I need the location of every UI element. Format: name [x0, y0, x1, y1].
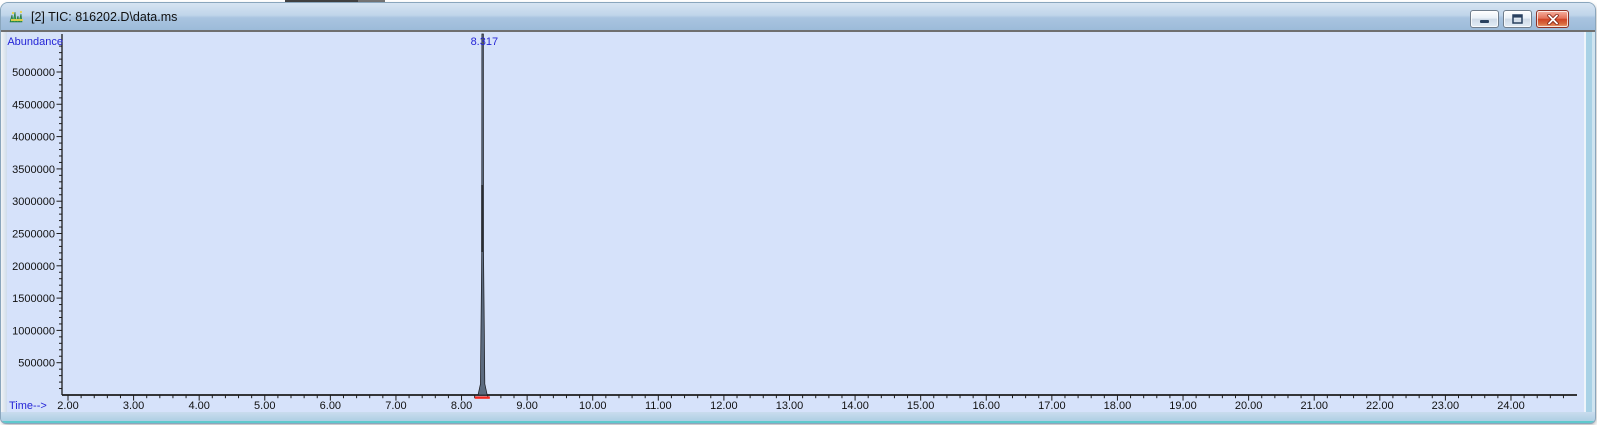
- y-tick-label: 1000000: [12, 325, 55, 337]
- x-tick-label: 7.00: [385, 400, 406, 412]
- x-tick-label: 20.00: [1235, 400, 1263, 412]
- y-tick-label: 3500000: [12, 164, 55, 176]
- x-tick-label: 21.00: [1300, 400, 1328, 412]
- y-tick-label: 4000000: [12, 132, 55, 144]
- close-button[interactable]: [1536, 10, 1569, 28]
- abundance-axis-title: Abundance: [7, 36, 63, 48]
- x-tick-label: 13.00: [776, 400, 804, 412]
- maximize-button[interactable]: [1503, 10, 1532, 28]
- y-tick-label: 5000000: [12, 67, 55, 79]
- x-tick-label: 4.00: [188, 400, 209, 412]
- tic-peak-core: [481, 185, 483, 252]
- window-controls: [1470, 10, 1569, 28]
- tic-chromatogram-chart[interactable]: 2.00 3.00 4.00 5.00 6.00 7.00 8.00 9.00 10.00 11.…: [7, 32, 1584, 412]
- integration-mark: [474, 396, 490, 399]
- x-tick-label: 6.00: [320, 400, 341, 412]
- y-tick-label: 3000000: [12, 196, 55, 208]
- minimize-button[interactable]: [1470, 10, 1499, 28]
- x-tick-label: 14.00: [841, 400, 869, 412]
- x-tick-label: 9.00: [516, 400, 537, 412]
- peak-rt-label: 8.317: [471, 36, 499, 48]
- chromatogram-plot-area[interactable]: 2.00 3.00 4.00 5.00 6.00 7.00 8.00 9.00 10.00 11.…: [7, 32, 1584, 412]
- y-tick-label: 4500000: [12, 99, 55, 111]
- x-tick-label: 15.00: [907, 400, 935, 412]
- x-tick-label: 3.00: [123, 400, 144, 412]
- x-tick-label: 17.00: [1038, 400, 1066, 412]
- window-title: [2] TIC: 816202.D\data.ms: [31, 9, 178, 24]
- x-tick-label: 18.00: [1104, 400, 1132, 412]
- time-axis-title: Time-->: [9, 400, 47, 412]
- title-bar[interactable]: [2] TIC: 816202.D\data.ms: [1, 3, 1595, 30]
- y-tick-label: 2000000: [12, 261, 55, 273]
- x-tick-label: 12.00: [710, 400, 738, 412]
- y-tick-label: 1500000: [12, 293, 55, 305]
- x-tick-label: 10.00: [579, 400, 607, 412]
- x-tick-label: 11.00: [645, 400, 672, 412]
- x-tick-label: 19.00: [1169, 400, 1197, 412]
- tic-chromatogram-window: [2] TIC: 816202.D\data.ms 2.00 3.00 4.00…: [1, 3, 1595, 423]
- x-tick-label: 16.00: [972, 400, 1000, 412]
- window-frame-right: [1584, 32, 1595, 412]
- x-tick-label: 24.00: [1497, 400, 1525, 412]
- window-content: 2.00 3.00 4.00 5.00 6.00 7.00 8.00 9.00 10.00 11.…: [1, 32, 1595, 412]
- x-tick-label: 5.00: [254, 400, 275, 412]
- x-tick-label: 2.00: [57, 400, 78, 412]
- app-icon: [9, 9, 25, 25]
- close-icon: [1546, 13, 1559, 25]
- maximize-icon: [1512, 14, 1523, 24]
- x-tick-label: 22.00: [1366, 400, 1394, 412]
- minimize-icon: [1480, 20, 1489, 23]
- y-tick-label: 500000: [18, 358, 55, 370]
- x-tick-label: 23.00: [1432, 400, 1460, 412]
- chromatogram-peaks-icon: [9, 10, 23, 22]
- window-frame-bottom: [1, 412, 1595, 423]
- x-tick-label: 8.00: [451, 400, 472, 412]
- y-tick-label: 2500000: [12, 229, 55, 241]
